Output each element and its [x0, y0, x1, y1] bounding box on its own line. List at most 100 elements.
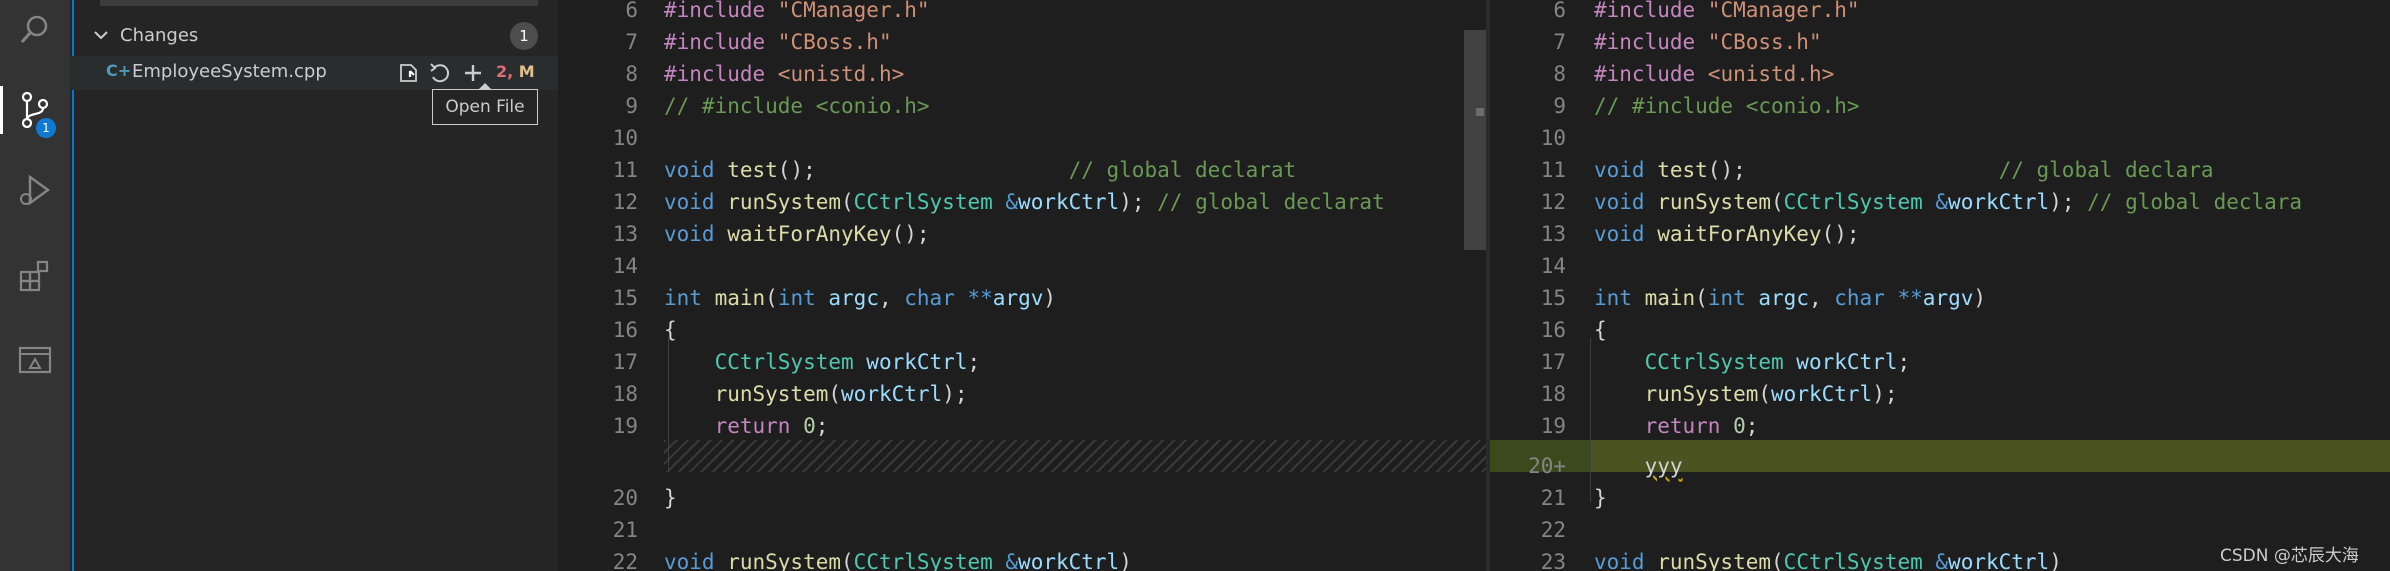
- code-token: (: [841, 550, 854, 571]
- commit-message-input[interactable]: [100, 0, 538, 6]
- code-token: workCtrl: [1948, 190, 2050, 214]
- code-token: ();: [1821, 222, 1860, 246]
- code-token: runSystem: [1657, 190, 1772, 214]
- discard-changes-icon[interactable]: [426, 60, 452, 86]
- code-line[interactable]: {: [664, 314, 677, 346]
- code-token: );: [2049, 190, 2088, 214]
- code-line[interactable]: // #include <conio.h>: [1594, 90, 1860, 122]
- code-token: (: [1758, 382, 1772, 406]
- code-line[interactable]: void runSystem(CCtrlSystem &workCtrl): [664, 546, 1132, 571]
- activity-bar: 1: [0, 0, 70, 571]
- code-line[interactable]: void runSystem(CCtrlSystem &workCtrl); /…: [664, 186, 1385, 218]
- code-token: ();: [891, 222, 930, 246]
- line-number: 6: [1553, 0, 1566, 22]
- code-token: workCtrl: [1018, 190, 1120, 214]
- code-line[interactable]: runSystem(workCtrl);: [1594, 378, 1898, 410]
- code-line[interactable]: #include <unistd.h>: [1594, 58, 1834, 90]
- line-number: 10: [1540, 126, 1566, 150]
- code-token: argc: [828, 286, 879, 310]
- line-number: 12: [1540, 190, 1566, 214]
- code-token: // #include <conio.h>: [1594, 94, 1860, 118]
- code-line[interactable]: void runSystem(CCtrlSystem &workCtrl); /…: [1594, 186, 2302, 218]
- cpp-file-icon: C+: [106, 61, 132, 80]
- diff-editor-original[interactable]: 6 #include "CManager.h" 7 #include "CBoss.h…: [558, 0, 1486, 571]
- code-token: ,: [1808, 286, 1835, 310]
- code-token: <unistd.h>: [1707, 62, 1835, 86]
- code-token: void: [1594, 550, 1658, 571]
- code-token: // global declarat: [1068, 158, 1297, 182]
- code-line[interactable]: CCtrlSystem workCtrl;: [1594, 346, 1911, 378]
- diff-editor-modified[interactable]: 6 #include "CManager.h" 7 #include "CBoss.h…: [1490, 0, 2390, 571]
- code-line[interactable]: }: [1594, 482, 1607, 514]
- line-number: 15: [1540, 286, 1566, 310]
- code-token: &: [1005, 550, 1019, 571]
- code-token: );: [1872, 382, 1898, 406]
- line-number: 21: [1540, 486, 1566, 510]
- code-line[interactable]: CCtrlSystem workCtrl;: [664, 346, 981, 378]
- code-line[interactable]: void runSystem(CCtrlSystem &workCtrl): [1594, 546, 2062, 571]
- file-status: 2, M: [496, 62, 535, 81]
- code-line[interactable]: }: [664, 482, 677, 514]
- code-line[interactable]: runSystem(workCtrl);: [664, 378, 968, 410]
- code-line[interactable]: void test(); // global declara: [1594, 154, 2214, 186]
- code-line[interactable]: void test(); // global declarat: [664, 154, 1296, 186]
- code-token: void: [664, 158, 728, 182]
- code-line[interactable]: return 0;: [664, 410, 829, 442]
- line-number: 22: [1540, 518, 1566, 542]
- line-number: 6: [625, 0, 638, 22]
- code-token: &: [1005, 190, 1019, 214]
- watermark-text: CSDN @芯辰大海: [2220, 546, 2359, 566]
- code-token: int: [777, 286, 829, 310]
- code-line[interactable]: yyy: [1594, 450, 1683, 482]
- code-token: char: [1834, 286, 1898, 310]
- code-token: CCtrlSystem: [1644, 350, 1797, 374]
- code-token: workCtrl: [866, 350, 968, 374]
- code-token: ();: [1707, 158, 1999, 182]
- extensions-icon[interactable]: [0, 246, 70, 306]
- line-number: 19: [612, 414, 638, 438]
- remote-explorer-icon[interactable]: [0, 330, 70, 390]
- scrollbar-thumb[interactable]: [1464, 30, 1486, 250]
- code-token: int: [1594, 286, 1645, 310]
- code-token: void: [664, 222, 728, 246]
- code-line[interactable]: #include "CManager.h": [1594, 0, 1860, 26]
- line-number: 18: [612, 382, 638, 406]
- code-token: ;: [967, 350, 981, 374]
- code-line[interactable]: void waitForAnyKey();: [1594, 218, 1860, 250]
- code-token: #include: [664, 62, 778, 86]
- code-line[interactable]: #include "CBoss.h": [1594, 26, 1822, 58]
- search-icon[interactable]: [0, 0, 70, 60]
- code-token: "CManager.h": [777, 0, 930, 22]
- code-line[interactable]: int main(int argc, char **argv): [1594, 282, 1986, 314]
- code-token: runSystem: [727, 190, 842, 214]
- code-token: {: [1594, 318, 1607, 342]
- code-line[interactable]: return 0;: [1594, 410, 1759, 442]
- code-token: "CBoss.h": [1707, 30, 1822, 54]
- source-control-icon[interactable]: 1: [0, 80, 70, 140]
- code-line[interactable]: int main(int argc, char **argv): [664, 282, 1056, 314]
- code-token: ,: [878, 286, 905, 310]
- code-token: void: [664, 550, 728, 571]
- code-token: main: [1644, 286, 1696, 310]
- code-line[interactable]: #include <unistd.h>: [664, 58, 904, 90]
- code-token: 0: [803, 414, 816, 438]
- code-token: workCtrl: [1796, 350, 1898, 374]
- code-line[interactable]: #include "CBoss.h": [664, 26, 892, 58]
- code-line[interactable]: #include "CManager.h": [664, 0, 930, 26]
- run-debug-icon[interactable]: [0, 160, 70, 220]
- code-line[interactable]: {: [1594, 314, 1607, 346]
- chevron-down-icon[interactable]: [92, 26, 110, 48]
- code-token: void: [1594, 158, 1658, 182]
- code-token: void: [1594, 190, 1658, 214]
- modified-status: M: [518, 62, 535, 81]
- code-line[interactable]: void waitForAnyKey();: [664, 218, 930, 250]
- code-line[interactable]: // #include <conio.h>: [664, 90, 930, 122]
- code-token: #include: [1594, 62, 1708, 86]
- changes-section-header[interactable]: Changes: [70, 20, 558, 50]
- open-file-icon[interactable]: [396, 60, 422, 86]
- line-number: 23: [1540, 550, 1566, 571]
- overview-ruler-mark: [1476, 108, 1484, 116]
- code-token: ;: [1745, 414, 1759, 438]
